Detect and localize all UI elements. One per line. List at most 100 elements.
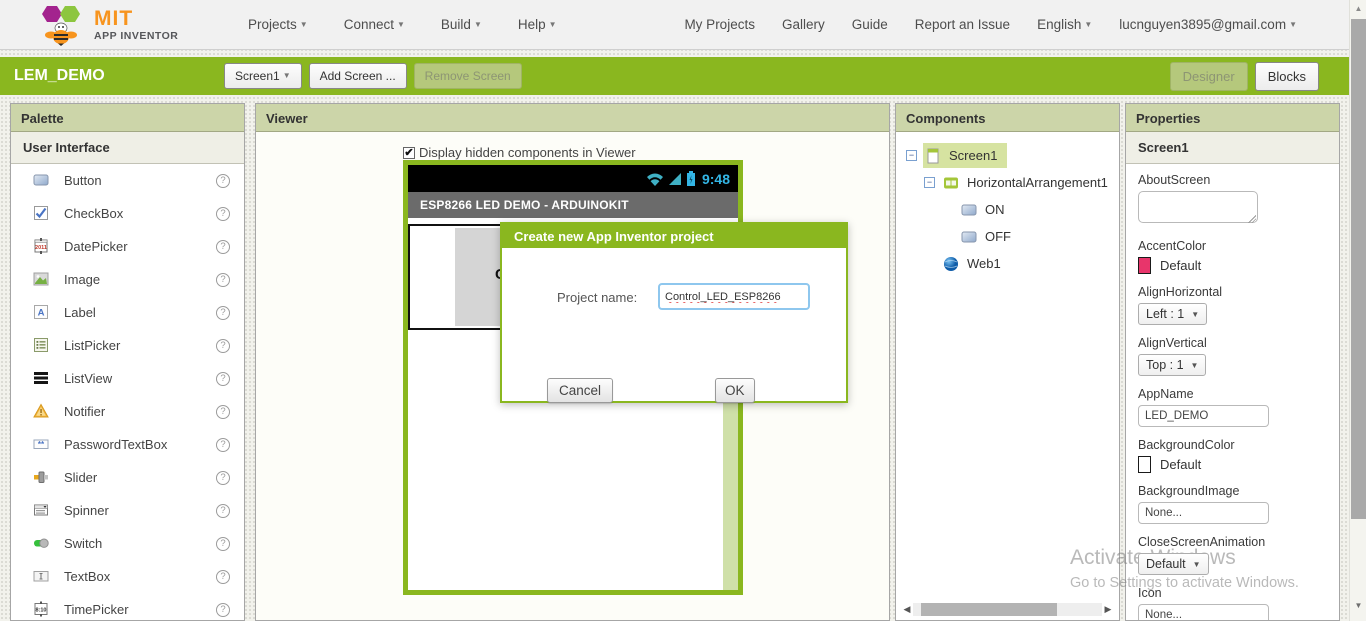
scrollbar-track[interactable]	[913, 603, 1102, 616]
palette-item-label[interactable]: A Label?	[11, 296, 244, 329]
display-hidden-components-checkbox[interactable]: ✔	[403, 146, 415, 159]
tree-node-label: Screen1	[949, 148, 998, 163]
palette-item-passwordtextbox[interactable]: ** PasswordTextBox?	[11, 428, 244, 461]
help-icon[interactable]: ?	[216, 305, 230, 320]
property-label: Icon	[1138, 586, 1162, 600]
project-name-input[interactable]	[658, 283, 810, 310]
color-swatch[interactable]	[1138, 456, 1151, 473]
palette-item-timepicker[interactable]: 8:10 TimePicker?	[11, 593, 244, 620]
help-icon[interactable]: ?	[216, 437, 230, 452]
property-icon-input[interactable]	[1138, 604, 1269, 620]
help-icon[interactable]: ?	[216, 404, 230, 419]
help-icon[interactable]: ?	[216, 272, 230, 287]
properties-component-name: Screen1	[1126, 132, 1339, 164]
link-gallery[interactable]: Gallery	[782, 17, 825, 32]
help-icon[interactable]: ?	[216, 569, 230, 584]
project-name-label: Project name:	[557, 290, 638, 305]
palette-item-checkbox[interactable]: CheckBox?	[11, 197, 244, 230]
palette-item-switch[interactable]: Switch?	[11, 527, 244, 560]
tree-node-screen1[interactable]: − Screen1	[902, 142, 1115, 169]
palette-item-button[interactable]: Button?	[11, 164, 244, 197]
help-icon[interactable]: ?	[216, 503, 230, 518]
help-icon[interactable]: ?	[216, 470, 230, 485]
help-icon[interactable]: ?	[216, 536, 230, 551]
top-navigation-bar: MIT APP INVENTOR Projects ▼ Connect ▼ Build ▼…	[0, 0, 1349, 50]
scroll-left-icon[interactable]: ◀	[901, 604, 913, 615]
link-guide[interactable]: Guide	[852, 17, 888, 32]
resize-grip-icon[interactable]	[1248, 215, 1256, 223]
property-appname-input[interactable]	[1138, 405, 1269, 427]
page-vertical-scrollbar[interactable]: ▲ ▼	[1349, 0, 1366, 621]
property-backgroundimage-input[interactable]	[1138, 502, 1269, 524]
web-icon	[943, 256, 959, 272]
help-icon[interactable]: ?	[216, 239, 230, 254]
scroll-up-icon[interactable]: ▲	[1350, 4, 1366, 13]
palette-panel-title: Palette	[11, 104, 244, 132]
components-horizontal-scrollbar[interactable]: ◀ ▶	[901, 602, 1114, 617]
add-screen-button[interactable]: Add Screen ...	[308, 63, 407, 89]
color-value: Default	[1160, 258, 1202, 273]
horizontal-arrangement-icon	[943, 175, 959, 191]
palette-item-listpicker[interactable]: ListPicker?	[11, 329, 244, 362]
property-alignhorizontal: AlignHorizontal Left : 1 ▼	[1138, 285, 1327, 325]
help-icon[interactable]: ?	[216, 338, 230, 353]
button-icon	[33, 172, 50, 189]
logo-mit-text: MIT	[94, 6, 134, 30]
property-closescreenanimation: CloseScreenAnimation Default ▼	[1138, 535, 1327, 575]
chevron-down-icon: ▼	[473, 20, 482, 29]
menu-projects[interactable]: Projects ▼	[248, 17, 308, 32]
palette-item-slider[interactable]: Slider?	[11, 461, 244, 494]
account-menu[interactable]: lucnguyen3895@gmail.com ▼	[1119, 17, 1297, 32]
tree-node-off[interactable]: OFF	[902, 223, 1115, 250]
designer-toggle-button: Designer	[1169, 61, 1248, 91]
property-alignvertical: AlignVertical Top : 1 ▼	[1138, 336, 1327, 376]
property-label: BackgroundImage	[1138, 484, 1240, 498]
button-icon	[961, 202, 977, 218]
scrollbar-thumb[interactable]	[1351, 19, 1366, 519]
top-right-links: My Projects Gallery Guide Report an Issu…	[684, 17, 1297, 32]
scroll-down-icon[interactable]: ▼	[1350, 601, 1366, 610]
collapse-toggle-icon[interactable]: −	[906, 150, 917, 161]
chevron-down-icon: ▼	[1190, 360, 1199, 370]
scroll-right-icon[interactable]: ▶	[1102, 604, 1114, 615]
help-icon[interactable]: ?	[216, 206, 230, 221]
screen-selector-dropdown[interactable]: Screen1 ▼	[224, 63, 302, 89]
help-icon[interactable]: ?	[216, 602, 230, 617]
palette-item-image[interactable]: Image?	[11, 263, 244, 296]
property-alignhorizontal-dropdown[interactable]: Left : 1 ▼	[1138, 303, 1208, 325]
palette-item-listview[interactable]: ListView?	[11, 362, 244, 395]
collapse-toggle-icon[interactable]: −	[924, 177, 935, 188]
property-backgroundimage: BackgroundImage	[1138, 484, 1327, 524]
blocks-toggle-button[interactable]: Blocks	[1254, 61, 1319, 91]
language-menu[interactable]: English ▼	[1037, 17, 1092, 32]
cancel-button[interactable]: Cancel	[547, 378, 614, 403]
palette-item-spinner[interactable]: Spinner?	[11, 494, 244, 527]
menu-help[interactable]: Help ▼	[518, 17, 557, 32]
checkbox-icon	[33, 205, 50, 222]
properties-panel-title: Properties	[1126, 104, 1339, 132]
property-label: AccentColor	[1138, 239, 1207, 253]
tree-node-on[interactable]: ON	[902, 196, 1115, 223]
phone-clock: 9:48	[701, 170, 730, 187]
scrollbar-thumb[interactable]	[921, 603, 1058, 616]
menu-connect[interactable]: Connect ▼	[344, 17, 405, 32]
tree-node-horizontalarrangement1[interactable]: − HorizontalArrangement1	[902, 169, 1115, 196]
palette-item-textbox[interactable]: TextBox?	[11, 560, 244, 593]
palette-item-datepicker[interactable]: 2011 DatePicker?	[11, 230, 244, 263]
palette-item-notifier[interactable]: Notifier?	[11, 395, 244, 428]
color-swatch[interactable]	[1138, 257, 1151, 274]
menu-build[interactable]: Build ▼	[441, 17, 482, 32]
properties-field-list: AboutScreen AccentColor Default AlignHorizo…	[1126, 164, 1339, 620]
tree-node-web1[interactable]: Web1	[902, 250, 1115, 277]
property-closescreenanimation-dropdown[interactable]: Default ▼	[1138, 553, 1209, 575]
palette-item-label: Label	[64, 305, 96, 320]
components-panel-title: Components	[896, 104, 1119, 132]
ok-button[interactable]: OK	[715, 378, 755, 403]
link-my-projects[interactable]: My Projects	[684, 17, 755, 32]
help-icon[interactable]: ?	[216, 173, 230, 188]
link-report-issue[interactable]: Report an Issue	[915, 17, 1010, 32]
property-aboutscreen-textarea[interactable]	[1138, 191, 1258, 223]
help-icon[interactable]: ?	[216, 371, 230, 386]
palette-section-user-interface[interactable]: User Interface	[11, 132, 244, 164]
property-alignvertical-dropdown[interactable]: Top : 1 ▼	[1138, 354, 1207, 376]
